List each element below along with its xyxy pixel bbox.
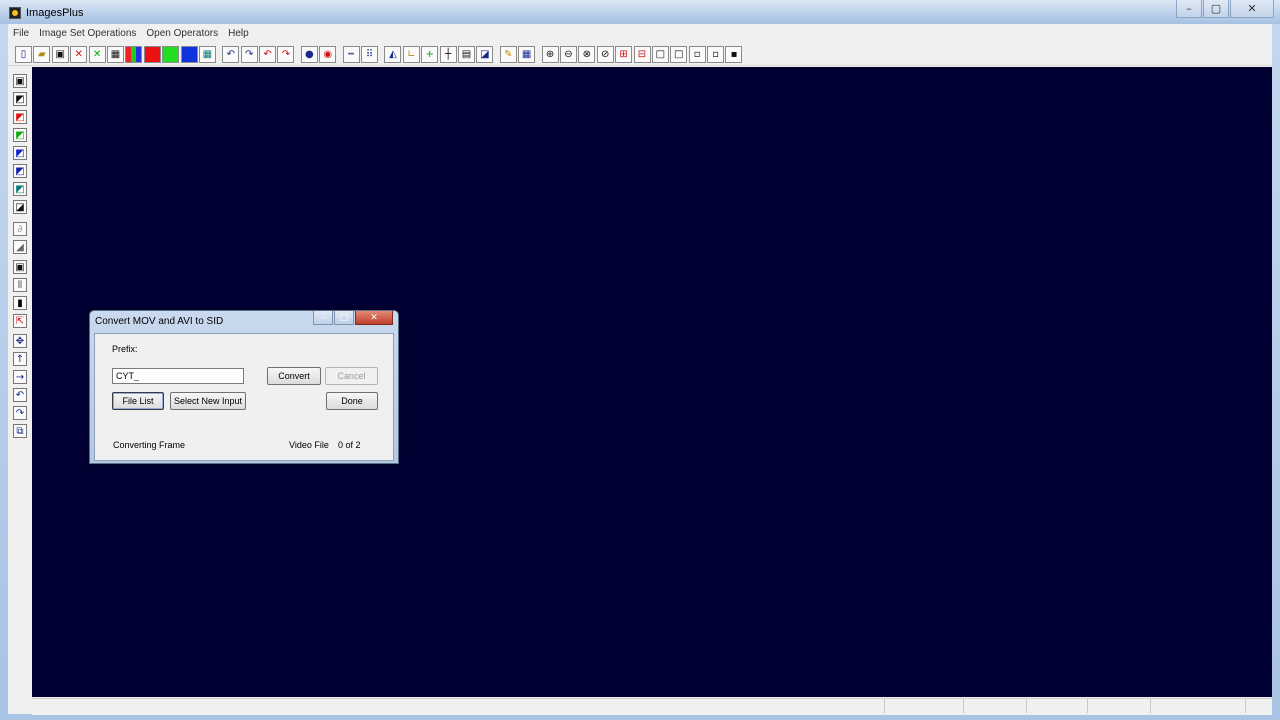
title-bar[interactable]: ImagesPlus – ▢ ✕: [0, 0, 1280, 24]
redo-icon[interactable]: ↷: [240, 46, 258, 63]
app-window: ImagesPlus – ▢ ✕ File Image Set Operatio…: [0, 0, 1280, 720]
dialog-title: Convert MOV and AVI to SID: [95, 316, 224, 327]
layers-icon[interactable]: ◩: [13, 92, 27, 106]
status-pane-2: [885, 699, 964, 713]
curves-icon[interactable]: ∟: [402, 46, 420, 63]
blue-layer-icon[interactable]: ◩: [13, 146, 27, 160]
dotted-grid-icon[interactable]: ⠿: [361, 46, 379, 63]
up-arrow-icon[interactable]: ↑: [13, 352, 27, 366]
dialog-maximize-button[interactable]: ▢: [334, 311, 354, 325]
image-stats-icon[interactable]: ◪: [476, 46, 494, 63]
clear-icon[interactable]: ✕: [88, 46, 106, 63]
rgb-channels-icon[interactable]: [125, 46, 143, 63]
status-pane-5: [1088, 699, 1151, 713]
menu-bar: File Image Set Operations Open Operators…: [8, 24, 1272, 42]
zoom-fit-icon[interactable]: ⊗: [578, 46, 596, 63]
dialog-minimize-button[interactable]: –: [313, 311, 333, 325]
menu-file[interactable]: File: [8, 28, 34, 39]
progress-text: 0 of 2: [338, 440, 361, 450]
status-pane-main: [32, 699, 885, 713]
black-bar-icon[interactable]: ▮: [13, 296, 27, 310]
smaller-square-icon[interactable]: ▫: [707, 46, 725, 63]
main-toolbar: ▯ ▰ ▣ ✕ ✕ ▦ ▦ ↶ ↷ ↶ ↷ ● ◉ ┅ ⠿ ◭ ∟ + ┼ ▤ …: [8, 44, 1272, 66]
histogram-icon[interactable]: ◭: [384, 46, 402, 63]
select-box-icon[interactable]: ▣: [13, 260, 27, 274]
plus-icon[interactable]: +: [421, 46, 439, 63]
blue-channel-icon[interactable]: [180, 46, 198, 63]
save-icon[interactable]: ▣: [51, 46, 69, 63]
prefix-label: Prefix:: [112, 344, 138, 354]
convert-dialog: Convert MOV and AVI to SID – ▢ ✕ Prefix:…: [89, 310, 399, 464]
cancel-button[interactable]: Cancel: [325, 367, 378, 385]
cursor-icon[interactable]: ⇱: [13, 314, 27, 328]
large-square-icon[interactable]: □: [651, 46, 669, 63]
remove-box-icon[interactable]: ⊟: [633, 46, 651, 63]
status-pane-4: [1027, 699, 1088, 713]
gradient-icon[interactable]: ◢: [13, 240, 27, 254]
minimize-button[interactable]: –: [1176, 0, 1202, 18]
copy-icon[interactable]: ⧉: [13, 424, 27, 438]
done-button[interactable]: Done: [326, 392, 378, 410]
align-icon[interactable]: ⫴: [13, 278, 27, 292]
redo-arrow-icon[interactable]: ↷: [13, 406, 27, 420]
menu-help[interactable]: Help: [223, 28, 254, 39]
move-icon[interactable]: ✥: [13, 334, 27, 348]
medium-square-icon[interactable]: □: [670, 46, 688, 63]
status-text: Converting Frame: [113, 440, 186, 450]
red-channel-icon[interactable]: [143, 46, 161, 63]
zoom-out-icon[interactable]: ⊖: [559, 46, 577, 63]
dialog-window-controls: – ▢ ✕: [312, 311, 393, 325]
calculator-icon[interactable]: ▦: [106, 46, 124, 63]
red-layer-icon[interactable]: ◩: [13, 110, 27, 124]
save-icon[interactable]: ▣: [13, 74, 27, 88]
add-box-icon[interactable]: ⊞: [615, 46, 633, 63]
convert-button[interactable]: Convert: [267, 367, 321, 385]
zoom-in-icon[interactable]: ⊕: [541, 46, 559, 63]
brush-icon[interactable]: ∂: [13, 222, 27, 236]
status-pane-3: [964, 699, 1027, 713]
size-grip[interactable]: [1246, 699, 1266, 713]
combine-icon[interactable]: ◩: [13, 182, 27, 196]
open-folder-icon[interactable]: ▰: [33, 46, 51, 63]
select-new-input-button[interactable]: Select New Input: [170, 392, 246, 410]
redo-all-icon[interactable]: ↷: [277, 46, 295, 63]
small-square-icon[interactable]: ▫: [688, 46, 706, 63]
tiny-square-icon[interactable]: ▪: [725, 46, 743, 63]
zoom-reset-icon[interactable]: ⊘: [596, 46, 614, 63]
menu-open-operators[interactable]: Open Operators: [141, 28, 223, 39]
point-icon[interactable]: ●: [300, 46, 318, 63]
dialog-body: Prefix: Convert Cancel File List Select …: [94, 333, 394, 461]
right-arrow-icon[interactable]: →: [13, 370, 27, 384]
new-file-icon[interactable]: ▯: [15, 46, 32, 63]
green-channel-icon[interactable]: [162, 46, 180, 63]
pencil-icon[interactable]: ✎: [499, 46, 517, 63]
undo-all-icon[interactable]: ↶: [259, 46, 277, 63]
dialog-close-button[interactable]: ✕: [355, 311, 393, 325]
green-layer-icon[interactable]: ◩: [13, 128, 27, 142]
video-file-label: Video File: [289, 440, 329, 450]
status-bar: [32, 698, 1272, 715]
maximize-button[interactable]: ▢: [1203, 0, 1229, 18]
status-pane-6: [1151, 699, 1246, 713]
left-toolbar: ▣ ◩ ◩ ◩ ◩ ◩ ◩ ◪ ∂ ◢ ▣ ⫴ ▮ ⇱ ✥ ↑ → ↶ ↷ ⧉: [8, 70, 32, 714]
window-controls: – ▢ ✕: [1175, 0, 1274, 18]
circle-point-icon[interactable]: ◉: [319, 46, 337, 63]
table-icon[interactable]: ▦: [518, 46, 536, 63]
window-title: ImagesPlus: [26, 7, 84, 19]
file-list-button[interactable]: File List: [112, 392, 164, 410]
mask-icon[interactable]: ◪: [13, 200, 27, 214]
app-logo-icon: [9, 7, 21, 19]
undo-arrow-icon[interactable]: ↶: [13, 388, 27, 402]
menu-image-set-operations[interactable]: Image Set Operations: [34, 28, 141, 39]
grid-calc-icon[interactable]: ▤: [457, 46, 475, 63]
crosshair-icon[interactable]: ┼: [439, 46, 457, 63]
undo-icon[interactable]: ↶: [222, 46, 240, 63]
grid-image-icon[interactable]: ▦: [198, 46, 216, 63]
delete-icon[interactable]: ✕: [70, 46, 88, 63]
close-button[interactable]: ✕: [1230, 0, 1274, 18]
channel-stack-icon[interactable]: ◩: [13, 164, 27, 178]
dotted-line-icon[interactable]: ┅: [342, 46, 360, 63]
prefix-input[interactable]: [112, 368, 244, 384]
